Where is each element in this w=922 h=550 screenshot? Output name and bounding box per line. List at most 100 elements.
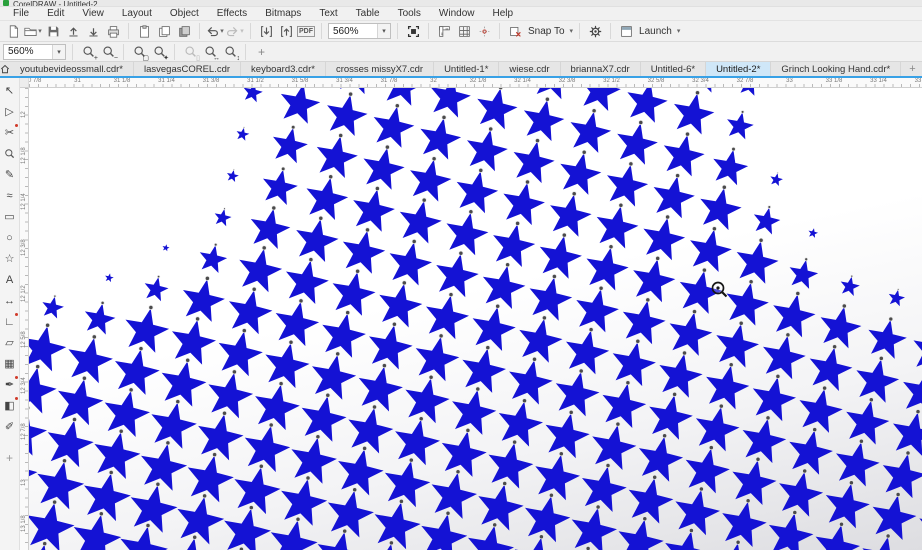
import-button[interactable]	[257, 22, 275, 40]
document-tab[interactable]: lasvegasCOREL.cdr	[134, 62, 242, 76]
toolbar-separator	[250, 23, 251, 39]
document-tab[interactable]: wiese.cdr	[499, 62, 561, 76]
zoom-to-selection-button[interactable]: ▢	[130, 43, 149, 62]
home-tab-button[interactable]	[0, 62, 10, 76]
toolbar-separator	[245, 43, 246, 60]
undo-button[interactable]: ▾	[206, 22, 224, 40]
menu-text[interactable]: Text	[310, 8, 346, 19]
ruler-label: 32 3/4	[692, 78, 709, 84]
eyedropper-tool[interactable]: ✒	[1, 374, 19, 395]
zoom-tool[interactable]	[1, 143, 19, 164]
document-tab[interactable]: keyboard3.cdr*	[241, 62, 326, 76]
paste-button[interactable]	[135, 22, 153, 40]
ruler-label: 13	[21, 479, 27, 486]
redo-button[interactable]: ▾	[226, 22, 244, 40]
drawing-canvas[interactable]	[29, 88, 922, 550]
pick-tool[interactable]: ↖	[1, 80, 19, 101]
chevron-down-icon[interactable]: ▾	[52, 44, 65, 59]
download-cloud-button[interactable]	[84, 22, 102, 40]
smart-fill-tool[interactable]: ✐	[1, 416, 19, 437]
upload-cloud-button[interactable]	[64, 22, 82, 40]
ruler-label: 12	[21, 111, 27, 118]
copy-properties-button[interactable]	[175, 22, 193, 40]
zoom-to-page-height-button[interactable]: ↕	[221, 43, 241, 62]
chevron-down-icon: ▾	[220, 28, 224, 35]
zoom-out-button[interactable]: −	[99, 43, 118, 62]
menu-tools[interactable]: Tools	[389, 8, 430, 19]
ruler-label: 32 1/2	[603, 78, 620, 84]
publish-pdf-button[interactable]: PDF	[297, 22, 315, 40]
menu-object[interactable]: Object	[161, 8, 208, 19]
ruler-label: 12 1/2	[21, 285, 27, 302]
add-tool-button[interactable]: +	[1, 447, 19, 468]
menu-table[interactable]: Table	[347, 8, 389, 19]
zoom-percent-value: 560%	[8, 46, 34, 57]
add-propbar-item-button[interactable]: +	[252, 45, 271, 59]
zoom-property-bar: 560% ▾ + − ▢ ✦ ▯ ↔ ↕ +	[0, 42, 922, 62]
save-button[interactable]	[44, 22, 62, 40]
ruler-label: 31 1/8	[113, 78, 131, 84]
print-button[interactable]	[104, 22, 122, 40]
transparency-tool[interactable]: ▦	[1, 353, 19, 374]
height-icon: ↕	[236, 54, 241, 62]
menu-bitmaps[interactable]: Bitmaps	[256, 8, 310, 19]
zoom-to-page-width-button[interactable]: ↔	[201, 43, 220, 62]
snap-to-label[interactable]: Snap To	[528, 26, 565, 37]
duplicate-button[interactable]	[155, 22, 173, 40]
rectangle-tool[interactable]: ▭	[1, 206, 19, 227]
chevron-down-icon: ▾	[38, 28, 42, 35]
menu-effects[interactable]: Effects	[208, 8, 256, 19]
menu-help[interactable]: Help	[484, 8, 523, 19]
menu-view[interactable]: View	[73, 8, 113, 19]
zoom-level-value: 560%	[333, 25, 359, 37]
dimension-tool[interactable]: ↔	[1, 290, 19, 311]
menu-window[interactable]: Window	[430, 8, 484, 19]
shape-tool[interactable]: ▷	[1, 101, 19, 122]
options-gear-button[interactable]	[586, 22, 604, 40]
zoom-level-combo[interactable]: 560% ▾	[328, 23, 391, 39]
launch-label[interactable]: Launch	[639, 26, 672, 37]
chevron-down-icon[interactable]: ▾	[377, 24, 390, 38]
menu-edit[interactable]: Edit	[38, 8, 73, 19]
crop-tool[interactable]: ✂	[1, 122, 19, 143]
artistic-media-tool[interactable]: ≈	[1, 185, 19, 206]
show-rulers-button[interactable]	[435, 22, 453, 40]
document-tab[interactable]: Untitled-1*	[434, 62, 500, 76]
new-document-button[interactable]	[4, 22, 22, 40]
interactive-fill-tool[interactable]: ◧	[1, 395, 19, 416]
document-tab[interactable]: youtubevideossmall.cdr*	[10, 62, 134, 76]
export-button[interactable]	[277, 22, 295, 40]
document-tab[interactable]: Untitled-6*	[641, 62, 707, 76]
document-tab[interactable]: crosses missyX7.cdr	[326, 62, 435, 76]
menu-layout[interactable]: Layout	[113, 8, 161, 19]
full-screen-preview-button[interactable]	[404, 22, 422, 40]
selection-icon: ▢	[142, 54, 149, 62]
launch-icon[interactable]	[617, 22, 635, 40]
document-tab[interactable]: briannaX7.cdr	[561, 62, 641, 76]
freehand-tool[interactable]: ✎	[1, 164, 19, 185]
snap-off-icon[interactable]	[506, 22, 524, 40]
ruler-label: 12 5/8	[21, 331, 27, 348]
chevron-down-icon[interactable]: ▾	[570, 27, 574, 35]
ruler-label: 31 1/2	[247, 78, 264, 84]
new-tab-button[interactable]: +	[901, 62, 922, 76]
menu-file[interactable]: File	[4, 8, 38, 19]
zoom-to-all-objects-button[interactable]: ✦	[150, 43, 169, 62]
zoom-to-page-button[interactable]: ▯	[181, 43, 200, 62]
drop-shadow-tool[interactable]: ▱	[1, 332, 19, 353]
connector-tool[interactable]: ∟	[1, 311, 19, 332]
polygon-tool[interactable]: ☆	[1, 248, 19, 269]
document-tab[interactable]: Untitled-2*	[706, 62, 772, 76]
open-button[interactable]: ▾	[24, 22, 42, 40]
zoom-percent-combo[interactable]: 560% ▾	[3, 43, 66, 60]
corel-draw-window: CorelDRAW - Untitled-2 File Edit View Layou…	[0, 0, 922, 550]
document-tab[interactable]: Grinch Looking Hand.cdr*	[771, 62, 902, 76]
text-tool[interactable]: A	[1, 269, 19, 290]
zoom-in-button[interactable]: +	[79, 43, 98, 62]
chevron-down-icon[interactable]: ▾	[677, 27, 681, 35]
ellipse-tool[interactable]: ○	[1, 227, 19, 248]
toolbar-separator	[123, 43, 124, 60]
show-guidelines-button[interactable]	[475, 22, 493, 40]
show-grid-button[interactable]	[455, 22, 473, 40]
ruler-label: 31 3/8	[202, 78, 220, 84]
